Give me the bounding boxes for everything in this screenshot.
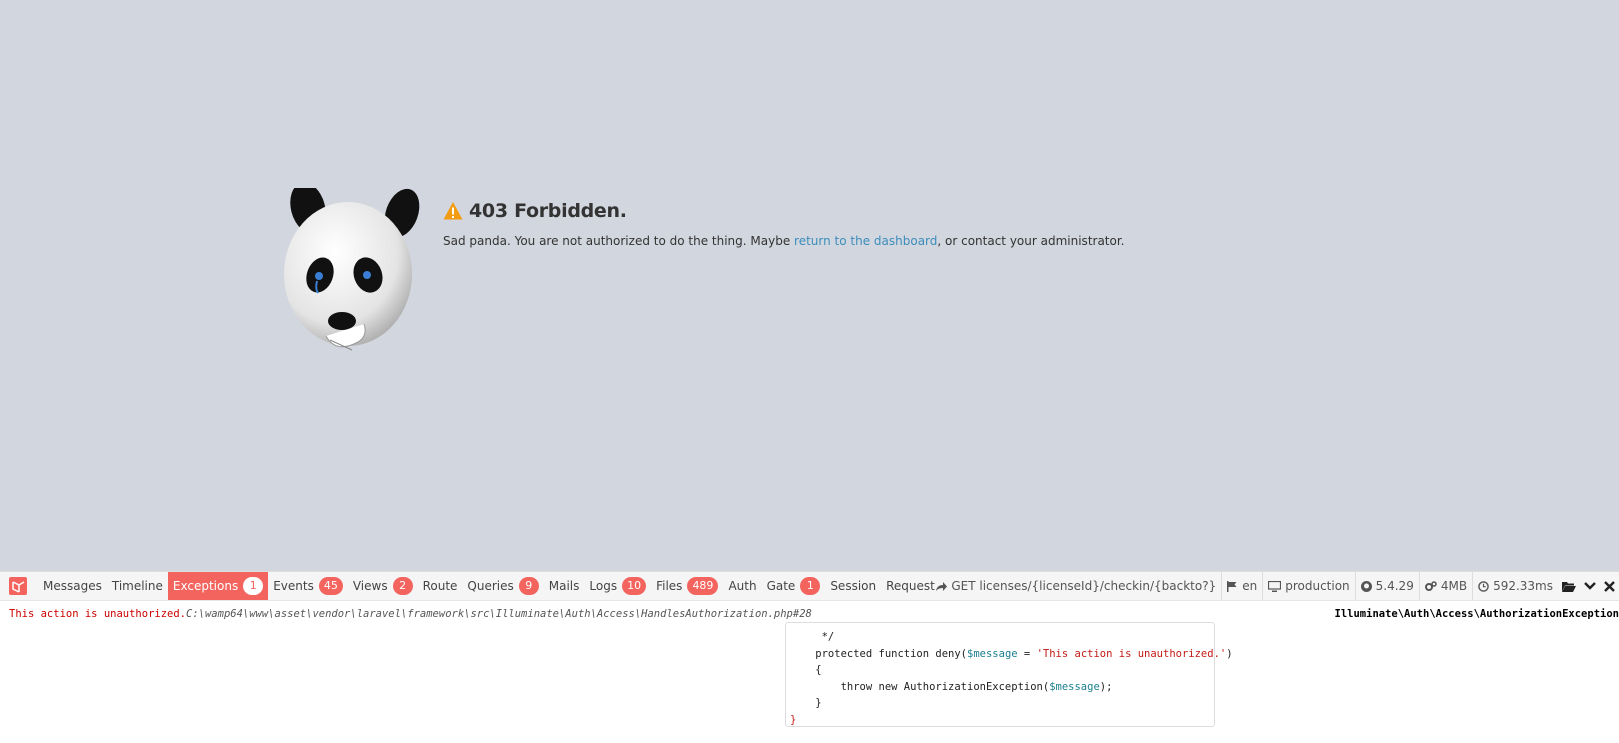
time-indicator: 592.33ms bbox=[1472, 572, 1558, 600]
dashboard-link[interactable]: return to the dashboard bbox=[794, 234, 937, 248]
tab-gate[interactable]: Gate 1 bbox=[762, 572, 826, 600]
tab-count-badge: 2 bbox=[392, 577, 413, 595]
error-message-prefix: Sad panda. You are not authorized to do … bbox=[443, 234, 795, 248]
debugbar: Messages Timeline Exceptions 1 Events 45 V… bbox=[0, 571, 1619, 743]
tab-label: Queries bbox=[467, 579, 514, 593]
code-variable: $message bbox=[1049, 680, 1100, 693]
error-message: Sad panda. You are not authorized to do … bbox=[443, 234, 1125, 248]
exception-class: Illuminate\Auth\Access\AuthorizationExce… bbox=[1334, 608, 1619, 620]
tab-label: Gate bbox=[766, 579, 796, 593]
tab-label: Request bbox=[886, 579, 935, 593]
tab-route[interactable]: Route bbox=[418, 572, 463, 600]
code-line: } bbox=[790, 695, 1214, 712]
time-text: 592.33ms bbox=[1493, 579, 1553, 593]
flag-icon bbox=[1227, 580, 1237, 592]
exception-message: This action is unauthorized. bbox=[9, 608, 187, 620]
code-text: ); bbox=[1099, 680, 1113, 693]
tab-exceptions[interactable]: Exceptions 1 bbox=[167, 572, 269, 600]
error-title-text: 403 Forbidden. bbox=[469, 200, 627, 222]
tab-label: Timeline bbox=[111, 579, 163, 593]
code-line: { bbox=[790, 662, 1214, 679]
close-button[interactable] bbox=[1600, 572, 1619, 600]
tab-label: Events bbox=[273, 579, 314, 593]
error-content: 403 Forbidden. Sad panda. You are not au… bbox=[443, 200, 1125, 248]
memory-text: 4MB bbox=[1440, 579, 1468, 593]
version-text: 5.4.29 bbox=[1375, 579, 1414, 593]
error-page: 403 Forbidden. Sad panda. You are not au… bbox=[0, 0, 1619, 571]
minimize-button[interactable] bbox=[1580, 572, 1600, 600]
share-arrow-icon bbox=[936, 581, 948, 591]
sad-panda-image bbox=[282, 182, 422, 368]
tab-label: Views bbox=[352, 579, 388, 593]
debugbar-indicators: GET licenses/{licenseId}/checkin/{backto… bbox=[930, 572, 1619, 600]
code-line: */ bbox=[790, 629, 1214, 646]
code-line: protected function deny($message = 'This… bbox=[790, 646, 1232, 663]
tab-count-badge: 9 bbox=[518, 577, 539, 595]
error-heading: 403 Forbidden. bbox=[443, 200, 1125, 222]
code-text: { bbox=[790, 664, 822, 676]
github-icon bbox=[1360, 580, 1372, 592]
tab-files[interactable]: Files 489 bbox=[651, 572, 723, 600]
laravel-logo-icon[interactable] bbox=[8, 576, 28, 596]
tab-count-badge: 489 bbox=[687, 577, 719, 595]
chevron-down-icon bbox=[1584, 582, 1596, 590]
tab-mails[interactable]: Mails bbox=[544, 572, 585, 600]
tab-label: Auth bbox=[728, 579, 757, 593]
tab-count-badge: 10 bbox=[622, 577, 647, 595]
memory-indicator: 4MB bbox=[1418, 572, 1472, 600]
code-line: throw new AuthorizationException($messag… bbox=[790, 679, 1214, 696]
code-text: = bbox=[1017, 647, 1037, 660]
environment-text: production bbox=[1285, 579, 1350, 593]
route-indicator: GET licenses/{licenseId}/checkin/{backto… bbox=[930, 572, 1221, 600]
tab-label: Messages bbox=[43, 579, 102, 593]
tab-messages[interactable]: Messages bbox=[38, 572, 107, 600]
exception-file: C:\wamp64\www\asset\vendor\laravel\frame… bbox=[186, 608, 812, 620]
code-text: throw new AuthorizationException( bbox=[790, 680, 1050, 693]
desktop-icon bbox=[1268, 580, 1282, 592]
error-message-suffix: , or contact your administrator. bbox=[937, 234, 1125, 248]
tab-label: Route bbox=[422, 579, 458, 593]
route-text: GET licenses/{licenseId}/checkin/{backto… bbox=[951, 579, 1217, 593]
code-variable: $message bbox=[967, 647, 1018, 660]
cogs-icon bbox=[1424, 580, 1437, 591]
code-text: protected function deny( bbox=[790, 647, 968, 660]
environment-indicator: production bbox=[1262, 572, 1354, 600]
tab-auth[interactable]: Auth bbox=[723, 572, 761, 600]
tab-count-badge: 45 bbox=[318, 577, 343, 595]
code-snippet: */ protected function deny($message = 'T… bbox=[785, 622, 1233, 729]
exception-message-line: This action is unauthorized.C:\wamp64\ww… bbox=[9, 608, 812, 620]
debugbar-header: Messages Timeline Exceptions 1 Events 45 V… bbox=[0, 572, 1619, 601]
locale-text: en bbox=[1242, 579, 1258, 593]
code-text: */ bbox=[790, 631, 835, 643]
tab-count-badge: 1 bbox=[800, 577, 821, 595]
tab-count-badge: 1 bbox=[243, 577, 264, 595]
exception-item[interactable]: This action is unauthorized.C:\wamp64\ww… bbox=[0, 601, 1619, 743]
tab-label: Logs bbox=[589, 579, 618, 593]
code-line: } bbox=[790, 712, 1214, 729]
version-indicator: 5.4.29 bbox=[1354, 572, 1419, 600]
code-text: } bbox=[790, 697, 822, 709]
code-string: 'This action is unauthorized.' bbox=[1036, 647, 1227, 660]
tab-label: Files bbox=[656, 579, 683, 593]
warning-icon bbox=[443, 202, 463, 220]
open-folder-button[interactable] bbox=[1558, 572, 1580, 600]
close-icon bbox=[1604, 580, 1615, 592]
clock-icon bbox=[1478, 580, 1489, 592]
tab-events[interactable]: Events 45 bbox=[268, 572, 348, 600]
tab-label: Exceptions bbox=[172, 579, 239, 593]
folder-open-icon bbox=[1562, 581, 1576, 592]
code-text: ) bbox=[1226, 647, 1233, 660]
locale-indicator: en bbox=[1221, 572, 1262, 600]
tab-label: Mails bbox=[548, 579, 580, 593]
tab-logs[interactable]: Logs 10 bbox=[584, 572, 651, 600]
code-text: } bbox=[790, 713, 797, 726]
tab-views[interactable]: Views 2 bbox=[348, 572, 418, 600]
tab-queries[interactable]: Queries 9 bbox=[462, 572, 543, 600]
tab-session[interactable]: Session bbox=[825, 572, 881, 600]
tab-label: Session bbox=[830, 579, 877, 593]
tab-timeline[interactable]: Timeline bbox=[107, 572, 168, 600]
